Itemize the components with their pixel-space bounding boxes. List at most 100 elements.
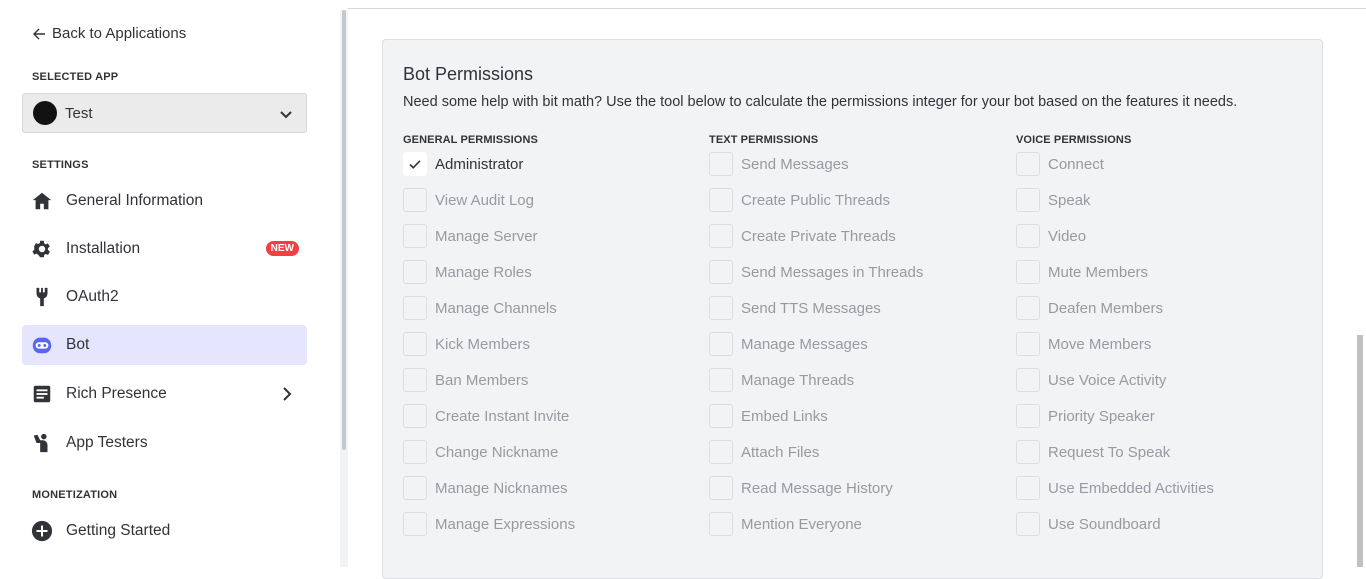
permission-row[interactable]: Manage Messages	[709, 326, 923, 362]
app-selector[interactable]: Test	[22, 93, 307, 133]
permission-row[interactable]: Deafen Members	[1016, 290, 1214, 326]
permission-checkbox[interactable]	[403, 404, 427, 428]
permission-row[interactable]: Manage Roles	[403, 254, 575, 290]
sidebar-scrollbar-thumb[interactable]	[342, 10, 346, 450]
permission-label: Ban Members	[435, 371, 529, 389]
permission-row[interactable]: Manage Server	[403, 218, 575, 254]
permission-checkbox[interactable]	[709, 476, 733, 500]
permission-row[interactable]: Attach Files	[709, 434, 923, 470]
permission-checkbox[interactable]	[1016, 404, 1040, 428]
sidebar-scrollbar[interactable]	[340, 10, 348, 567]
permission-label: Send Messages in Threads	[741, 263, 924, 281]
permission-checkbox[interactable]	[403, 368, 427, 392]
permission-checkbox[interactable]	[709, 224, 733, 248]
permission-row[interactable]: Connect	[1016, 146, 1214, 182]
permission-checkbox[interactable]	[709, 332, 733, 356]
permission-row[interactable]: Embed Links	[709, 398, 923, 434]
permission-row[interactable]: Mute Members	[1016, 254, 1214, 290]
permission-checkbox[interactable]	[403, 512, 427, 536]
permission-checkbox[interactable]	[709, 260, 733, 284]
back-to-applications-link[interactable]: Back to Applications	[32, 25, 186, 42]
permission-label: Manage Messages	[741, 335, 868, 353]
permission-checkbox[interactable]	[709, 188, 733, 212]
bot-permissions-card: Bot Permissions Need some help with bit …	[382, 39, 1323, 579]
sidebar-item-rich-presence[interactable]: Rich Presence	[22, 374, 307, 414]
sidebar-item-getting-started[interactable]: Getting Started	[22, 511, 307, 551]
sidebar-item-bot[interactable]: Bot	[22, 325, 307, 365]
permission-row[interactable]: Ban Members	[403, 362, 575, 398]
permission-row[interactable]: Send TTS Messages	[709, 290, 923, 326]
permission-checkbox[interactable]	[403, 296, 427, 320]
permission-checkbox[interactable]	[403, 188, 427, 212]
permission-label: Move Members	[1048, 335, 1152, 353]
permission-row[interactable]: Speak	[1016, 182, 1214, 218]
voice-permissions-column: VOICE PERMISSIONS Connect Speak Video Mute …	[1016, 134, 1214, 542]
permission-row[interactable]: View Audit Log	[403, 182, 575, 218]
permission-row[interactable]: Use Embedded Activities	[1016, 470, 1214, 506]
permission-checkbox[interactable]	[1016, 296, 1040, 320]
permission-row[interactable]: Create Instant Invite	[403, 398, 575, 434]
permission-row[interactable]: Priority Speaker	[1016, 398, 1214, 434]
permission-row[interactable]: Change Nickname	[403, 434, 575, 470]
permission-checkbox[interactable]	[1016, 476, 1040, 500]
permission-checkbox[interactable]	[1016, 368, 1040, 392]
permission-checkbox[interactable]	[709, 512, 733, 536]
permission-checkbox[interactable]	[403, 224, 427, 248]
permission-checkbox[interactable]	[403, 260, 427, 284]
chevron-right-icon	[283, 387, 292, 401]
permission-label: Create Private Threads	[741, 227, 896, 245]
permission-checkbox[interactable]	[403, 152, 427, 176]
sidebar-item-installation[interactable]: Installation NEW	[22, 229, 307, 269]
permission-checkbox[interactable]	[1016, 332, 1040, 356]
permission-checkbox[interactable]	[403, 332, 427, 356]
sidebar-item-oauth2[interactable]: OAuth2	[22, 277, 307, 317]
permission-label: Manage Threads	[741, 371, 855, 389]
permission-row[interactable]: Create Public Threads	[709, 182, 923, 218]
card-description: Need some help with bit math? Use the to…	[403, 94, 1238, 110]
permission-checkbox[interactable]	[1016, 152, 1040, 176]
permission-label: Manage Expressions	[435, 515, 576, 533]
permission-row[interactable]: Send Messages	[709, 146, 923, 182]
page-scrollbar[interactable]	[1355, 10, 1366, 567]
permission-label: Request To Speak	[1048, 443, 1171, 461]
permission-checkbox[interactable]	[709, 440, 733, 464]
permission-label: Kick Members	[435, 335, 531, 353]
permission-row[interactable]: Administrator	[403, 146, 575, 182]
page-scrollbar-thumb[interactable]	[1357, 335, 1363, 567]
permission-checkbox[interactable]	[1016, 512, 1040, 536]
permission-checkbox[interactable]	[403, 476, 427, 500]
permission-row[interactable]: Manage Expressions	[403, 506, 575, 542]
permission-checkbox[interactable]	[1016, 260, 1040, 284]
permission-row[interactable]: Request To Speak	[1016, 434, 1214, 470]
permission-row[interactable]: Read Message History	[709, 470, 923, 506]
permission-checkbox[interactable]	[709, 368, 733, 392]
permission-row[interactable]: Move Members	[1016, 326, 1214, 362]
permission-row[interactable]: Send Messages in Threads	[709, 254, 923, 290]
permission-label: Embed Links	[741, 407, 828, 425]
app-avatar	[33, 101, 57, 125]
permission-checkbox[interactable]	[403, 440, 427, 464]
permission-checkbox[interactable]	[1016, 224, 1040, 248]
permission-checkbox[interactable]	[1016, 188, 1040, 212]
permission-row[interactable]: Kick Members	[403, 326, 575, 362]
permission-row[interactable]: Mention Everyone	[709, 506, 923, 542]
permission-label: Mention Everyone	[741, 515, 862, 533]
permission-row[interactable]: Use Voice Activity	[1016, 362, 1214, 398]
sidebar-item-app-testers[interactable]: App Testers	[22, 423, 307, 463]
permission-checkbox[interactable]	[709, 296, 733, 320]
permission-checkbox[interactable]	[709, 152, 733, 176]
permission-label: Send TTS Messages	[741, 299, 881, 317]
permission-row[interactable]: Manage Threads	[709, 362, 923, 398]
permission-row[interactable]: Manage Nicknames	[403, 470, 575, 506]
permission-row[interactable]: Use Soundboard	[1016, 506, 1214, 542]
back-label: Back to Applications	[52, 25, 187, 42]
permission-row[interactable]: Manage Channels	[403, 290, 575, 326]
person-wave-icon	[30, 431, 54, 455]
permission-checkbox[interactable]	[1016, 440, 1040, 464]
permission-row[interactable]: Video	[1016, 218, 1214, 254]
sidebar-item-general-information[interactable]: General Information	[22, 181, 307, 221]
permission-checkbox[interactable]	[709, 404, 733, 428]
wrench-icon	[30, 285, 54, 309]
permission-row[interactable]: Create Private Threads	[709, 218, 923, 254]
check-icon	[409, 160, 421, 169]
